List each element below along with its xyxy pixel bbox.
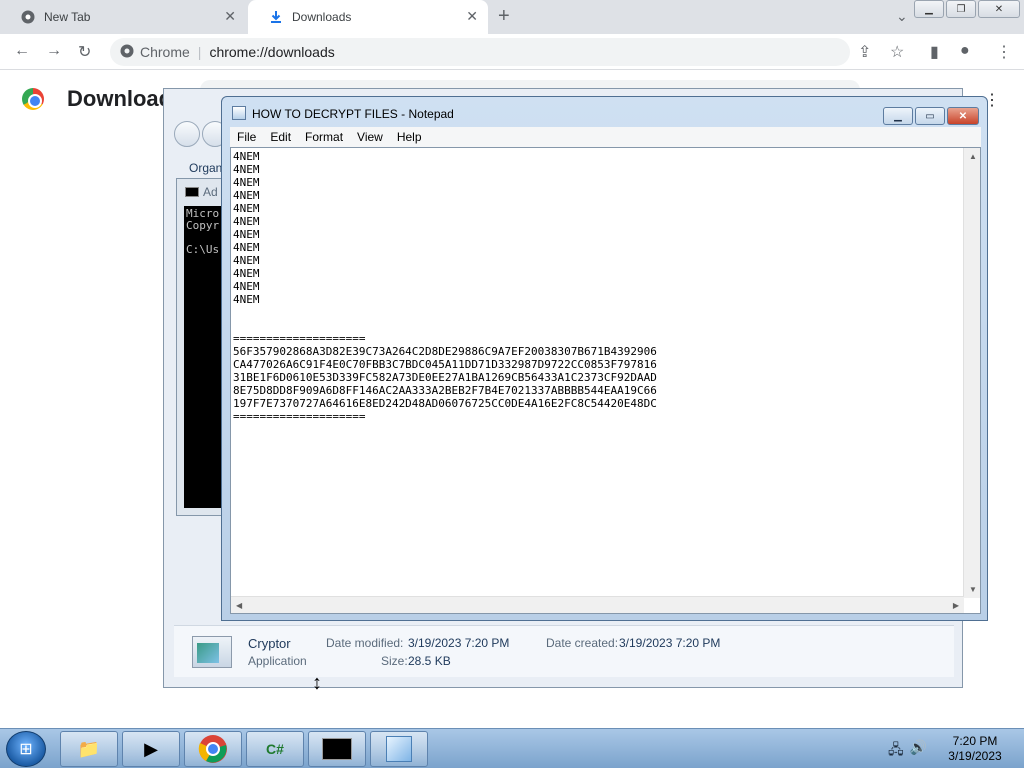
date-created-label: Date created: [546, 636, 619, 650]
notepad-taskbar-icon[interactable] [370, 731, 428, 767]
minimize-button[interactable]: ▁ [914, 0, 944, 18]
tab-downloads[interactable]: Downloads ✕ [248, 0, 488, 34]
close-button[interactable]: ✕ [947, 107, 979, 125]
csharp-taskbar-icon[interactable]: C# [246, 731, 304, 767]
tab-strip: New Tab ✕ Downloads ✕ + ⌄ ▁ ❐ ✕ [0, 0, 1024, 34]
start-button[interactable]: ⊞ [6, 731, 46, 767]
explorer-nav-buttons [174, 121, 228, 147]
new-tab-button[interactable]: + [498, 5, 510, 28]
cmd-console[interactable]: Micro Copyr C:\Us [184, 206, 224, 508]
scroll-right-icon[interactable]: ▶ [953, 601, 959, 610]
taskbar: ⊞ 📁 ▶ C# 🖧 🔊 7:20 PM 3/19/2023 [0, 728, 1024, 768]
more-menu-icon[interactable]: ⋮ [996, 42, 1012, 62]
menu-edit[interactable]: Edit [263, 130, 298, 144]
volume-icon[interactable]: 🔊 [910, 739, 927, 763]
date-modified-value: 3/19/2023 7:20 PM [408, 636, 510, 650]
omnibox-separator: | [197, 44, 202, 60]
notepad-content[interactable]: 4NEM 4NEM 4NEM 4NEM 4NEM 4NEM 4NEM 4NEM … [233, 150, 963, 595]
command-prompt-taskbar-icon[interactable] [308, 731, 366, 767]
command-prompt-window: Ad Micro Copyr C:\Us [176, 178, 226, 516]
notepad-window: HOW TO DECRYPT FILES - Notepad ▁ ▭ ✕ Fil… [221, 96, 988, 621]
tab-label: Downloads [292, 10, 352, 24]
size-label: Size: [381, 654, 408, 668]
cmd-title: Ad [203, 185, 218, 199]
share-icon[interactable]: ⇪ [858, 42, 871, 62]
windows-logo-icon: ⊞ [19, 741, 33, 758]
date-modified-label: Date modified: [326, 636, 404, 650]
bookmark-star-icon[interactable]: ☆ [890, 42, 904, 62]
clock-date: 3/19/2023 [948, 749, 1002, 763]
size-value: 28.5 KB [408, 654, 451, 668]
chrome-site-icon [120, 44, 134, 61]
media-player-taskbar-icon[interactable]: ▶ [122, 731, 180, 767]
cmd-titlebar: Ad [185, 185, 218, 199]
notepad-titlebar[interactable]: HOW TO DECRYPT FILES - Notepad ▁ ▭ ✕ [222, 97, 987, 125]
notepad-icon [232, 106, 246, 120]
address-bar[interactable]: Chrome | chrome://downloads [110, 38, 850, 66]
taskbar-clock[interactable]: 7:20 PM 3/19/2023 [940, 734, 1010, 764]
date-created-value: 3/19/2023 7:20 PM [619, 636, 721, 650]
chrome-favicon-icon [20, 9, 36, 25]
explorer-back-button[interactable] [174, 121, 200, 147]
reload-icon[interactable]: ↻ [78, 42, 91, 62]
notepad-title: HOW TO DECRYPT FILES - Notepad [252, 107, 454, 121]
details-pane: Cryptor Application Date modified: 3/19/… [174, 625, 954, 677]
cmd-icon [185, 187, 199, 197]
notepad-window-controls: ▁ ▭ ✕ [883, 107, 979, 125]
tab-label: New Tab [44, 10, 91, 24]
menu-help[interactable]: Help [390, 130, 429, 144]
network-icon[interactable]: 🖧 [888, 739, 904, 763]
browser-toolbar: ← → ↻ Chrome | chrome://downloads ⇪ ☆ ▮ … [0, 34, 1024, 70]
tab-close-icon[interactable]: ✕ [466, 8, 478, 25]
notepad-edit-area[interactable]: 4NEM 4NEM 4NEM 4NEM 4NEM 4NEM 4NEM 4NEM … [230, 147, 981, 614]
scroll-up-icon[interactable]: ▲ [969, 152, 977, 161]
restore-button[interactable]: ❐ [946, 0, 976, 18]
chrome-taskbar-icon[interactable] [184, 731, 242, 767]
side-panel-icon[interactable]: ▮ [930, 42, 939, 62]
back-arrow-icon[interactable]: ← [14, 42, 30, 60]
download-icon [268, 9, 284, 25]
tab-close-icon[interactable]: ✕ [224, 8, 236, 25]
minimize-button[interactable]: ▁ [883, 107, 913, 125]
system-tray: 🖧 🔊 [888, 739, 927, 763]
menu-format[interactable]: Format [298, 130, 350, 144]
organize-menu[interactable]: Organ [189, 161, 222, 175]
window-controls: ▁ ❐ ✕ [914, 0, 1020, 18]
tab-new-tab[interactable]: New Tab ✕ [0, 0, 246, 34]
tab-search-chevron-icon[interactable]: ⌄ [896, 8, 908, 25]
url-text: chrome://downloads [209, 44, 335, 60]
file-explorer-taskbar-icon[interactable]: 📁 [60, 731, 118, 767]
scroll-down-icon[interactable]: ▼ [969, 585, 977, 594]
forward-arrow-icon[interactable]: → [46, 42, 62, 60]
close-button[interactable]: ✕ [978, 0, 1020, 18]
clock-time: 7:20 PM [952, 734, 998, 748]
application-file-icon [192, 636, 232, 668]
chrome-logo-icon [22, 88, 44, 110]
site-label: Chrome [140, 44, 190, 60]
file-type: Application [248, 654, 307, 668]
vertical-scrollbar[interactable]: ▲ ▼ [963, 148, 980, 598]
resize-cursor-icon: ↕ [312, 672, 322, 694]
scroll-left-icon[interactable]: ◀ [236, 601, 242, 610]
menu-view[interactable]: View [350, 130, 390, 144]
maximize-button[interactable]: ▭ [915, 107, 945, 125]
profile-avatar-icon[interactable]: ● [960, 42, 970, 60]
menu-file[interactable]: File [230, 130, 263, 144]
file-name: Cryptor [248, 636, 291, 651]
horizontal-scrollbar[interactable]: ◀ ▶ [231, 596, 964, 613]
notepad-menubar: File Edit Format View Help [230, 127, 981, 147]
